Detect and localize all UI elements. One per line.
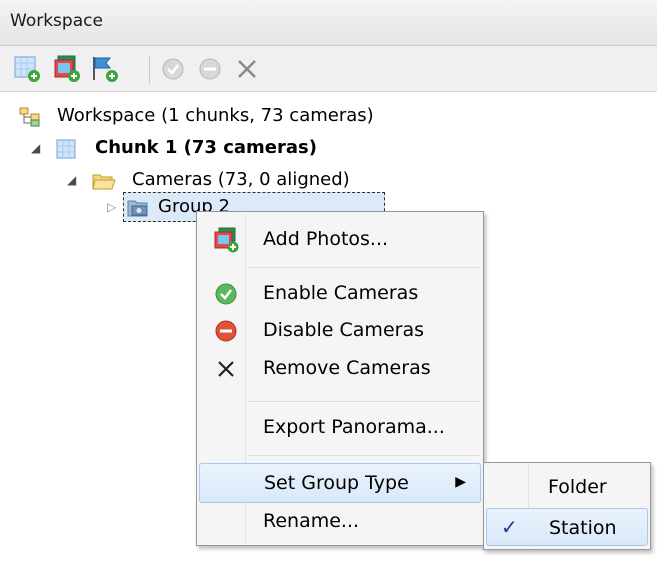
camera-group-icon <box>127 197 151 217</box>
menu-label-set-group-type: Set Group Type <box>264 472 409 494</box>
tree-node-chunk[interactable]: ◢ Chunk 1 (73 cameras) <box>0 132 657 164</box>
menu-label-add-photos: Add Photos... <box>263 228 389 250</box>
checkmark-icon: ✓ <box>501 515 518 539</box>
submenu-item-folder[interactable]: Folder <box>486 468 648 506</box>
menu-item-rename[interactable]: Rename... <box>199 502 481 542</box>
submenu-item-station[interactable]: ✓ Station <box>486 508 648 546</box>
disable-minus-icon <box>213 318 239 344</box>
expand-arrow-icon[interactable]: ▷ <box>107 191 116 223</box>
tree-label-chunk: Chunk 1 (73 cameras) <box>95 137 317 158</box>
menu-item-enable-cameras[interactable]: Enable Cameras <box>199 274 481 314</box>
submenu-arrow-icon: ▶ <box>455 474 466 490</box>
add-photos-icon <box>213 227 239 253</box>
enable-cameras-icon[interactable] <box>158 54 188 84</box>
menu-label-enable-cameras: Enable Cameras <box>263 282 419 304</box>
menu-label-export-panorama: Export Panorama... <box>263 416 445 438</box>
remove-x-icon <box>213 356 239 382</box>
chunk-icon <box>55 138 79 159</box>
add-camera-group-icon[interactable] <box>90 54 120 84</box>
disable-cameras-icon[interactable] <box>195 54 225 84</box>
menu-separator <box>249 267 479 268</box>
enable-check-icon <box>213 281 239 307</box>
menu-item-disable-cameras[interactable]: Disable Cameras <box>199 311 481 351</box>
workspace-panel-header: Workspace <box>0 0 657 46</box>
folder-icon <box>92 170 116 190</box>
menu-separator <box>249 455 479 456</box>
tree-node-workspace[interactable]: Workspace (1 chunks, 73 cameras) <box>0 100 657 132</box>
menu-label-rename: Rename... <box>263 510 360 532</box>
workspace-toolbar <box>0 46 657 92</box>
menu-item-add-photos[interactable]: Add Photos... <box>199 220 481 260</box>
panel-title: Workspace <box>10 11 103 31</box>
menu-item-set-group-type[interactable]: Set Group Type ▶ <box>199 463 481 503</box>
menu-label-remove-cameras: Remove Cameras <box>263 357 431 379</box>
tree-label-workspace: Workspace (1 chunks, 73 cameras) <box>57 105 374 126</box>
add-photos-icon[interactable] <box>52 54 82 84</box>
context-menu: Add Photos... Enable Cameras Disable Cam… <box>196 211 484 546</box>
toolbar-separator <box>149 56 150 84</box>
add-chunk-icon[interactable] <box>12 54 42 84</box>
workspace-icon <box>19 106 43 127</box>
menu-item-export-panorama[interactable]: Export Panorama... <box>199 408 481 448</box>
submenu-label-folder: Folder <box>548 476 607 498</box>
submenu-label-station: Station <box>549 517 617 539</box>
collapse-arrow-icon[interactable]: ◢ <box>31 132 40 164</box>
menu-separator <box>249 401 479 402</box>
remove-cameras-icon[interactable] <box>232 54 262 84</box>
menu-item-remove-cameras[interactable]: Remove Cameras <box>199 349 481 389</box>
menu-label-disable-cameras: Disable Cameras <box>263 319 424 341</box>
group-type-submenu: Folder ✓ Station <box>483 462 651 550</box>
